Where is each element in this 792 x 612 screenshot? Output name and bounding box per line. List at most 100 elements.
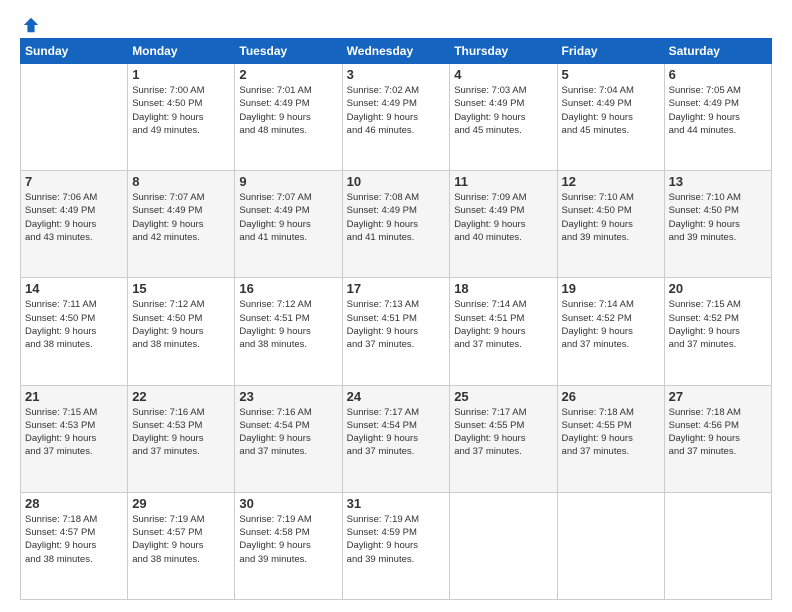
weekday-header: Monday [128,39,235,64]
day-info: Sunrise: 7:14 AM Sunset: 4:51 PM Dayligh… [454,298,552,351]
day-info: Sunrise: 7:02 AM Sunset: 4:49 PM Dayligh… [347,84,446,137]
calendar-week-row: 28Sunrise: 7:18 AM Sunset: 4:57 PM Dayli… [21,492,772,599]
day-info: Sunrise: 7:19 AM Sunset: 4:59 PM Dayligh… [347,513,446,566]
weekday-header: Saturday [664,39,771,64]
day-number: 29 [132,496,230,511]
day-number: 10 [347,174,446,189]
day-number: 4 [454,67,552,82]
calendar-cell: 4Sunrise: 7:03 AM Sunset: 4:49 PM Daylig… [450,64,557,171]
day-number: 16 [239,281,337,296]
calendar-week-row: 14 Sunrise: 7:11 AM Sunset: 4:50 PM Dayli… [21,278,772,385]
calendar-cell: 26 Sunrise: 7:18 AM Sunset: 4:55 PM Dayli… [557,385,664,492]
day-number: 3 [347,67,446,82]
calendar-cell: 20 Sunrise: 7:15 AM Sunset: 4:52 PM Dayli… [664,278,771,385]
day-number: 9 [239,174,337,189]
calendar-cell: 31 Sunrise: 7:19 AM Sunset: 4:59 PM Dayli… [342,492,450,599]
calendar-cell: 2 Sunrise: 7:01 AM Sunset: 4:49 PM Daylig… [235,64,342,171]
calendar-cell: 3 Sunrise: 7:02 AM Sunset: 4:49 PM Daylig… [342,64,450,171]
day-info: Sunrise: 7:18 AM Sunset: 4:56 PM Dayligh… [669,406,767,459]
calendar-cell: 22 Sunrise: 7:16 AM Sunset: 4:53 PM Dayli… [128,385,235,492]
weekday-row: SundayMondayTuesdayWednesdayThursdayFrid… [21,39,772,64]
day-info: Sunrise: 7:10 AM Sunset: 4:50 PM Dayligh… [669,191,767,244]
day-info: Sunrise: 7:04 AM Sunset: 4:49 PM Dayligh… [562,84,660,137]
calendar-week-row: 7Sunrise: 7:06 AM Sunset: 4:49 PM Daylig… [21,171,772,278]
calendar-cell [664,492,771,599]
calendar-cell: 5 Sunrise: 7:04 AM Sunset: 4:49 PM Daylig… [557,64,664,171]
day-info: Sunrise: 7:17 AM Sunset: 4:54 PM Dayligh… [347,406,446,459]
calendar-cell: 23 Sunrise: 7:16 AM Sunset: 4:54 PM Dayli… [235,385,342,492]
calendar-cell: 9 Sunrise: 7:07 AM Sunset: 4:49 PM Daylig… [235,171,342,278]
day-info: Sunrise: 7:15 AM Sunset: 4:52 PM Dayligh… [669,298,767,351]
calendar-cell: 1 Sunrise: 7:00 AM Sunset: 4:50 PM Daylig… [128,64,235,171]
day-number: 23 [239,389,337,404]
calendar-cell: 21 Sunrise: 7:15 AM Sunset: 4:53 PM Dayli… [21,385,128,492]
day-number: 15 [132,281,230,296]
page: SundayMondayTuesdayWednesdayThursdayFrid… [0,0,792,612]
day-number: 19 [562,281,660,296]
day-number: 20 [669,281,767,296]
weekday-header: Sunday [21,39,128,64]
calendar-cell [450,492,557,599]
calendar-cell: 14 Sunrise: 7:11 AM Sunset: 4:50 PM Dayli… [21,278,128,385]
day-info: Sunrise: 7:08 AM Sunset: 4:49 PM Dayligh… [347,191,446,244]
calendar-cell [557,492,664,599]
calendar-cell: 12Sunrise: 7:10 AM Sunset: 4:50 PM Dayli… [557,171,664,278]
day-number: 12 [562,174,660,189]
day-number: 26 [562,389,660,404]
day-info: Sunrise: 7:17 AM Sunset: 4:55 PM Dayligh… [454,406,552,459]
day-number: 18 [454,281,552,296]
day-number: 21 [25,389,123,404]
calendar-cell: 16 Sunrise: 7:12 AM Sunset: 4:51 PM Dayli… [235,278,342,385]
day-number: 30 [239,496,337,511]
calendar-cell: 28Sunrise: 7:18 AM Sunset: 4:57 PM Dayli… [21,492,128,599]
calendar-cell: 8Sunrise: 7:07 AM Sunset: 4:49 PM Daylig… [128,171,235,278]
day-number: 22 [132,389,230,404]
day-info: Sunrise: 7:07 AM Sunset: 4:49 PM Dayligh… [239,191,337,244]
day-info: Sunrise: 7:01 AM Sunset: 4:49 PM Dayligh… [239,84,337,137]
day-info: Sunrise: 7:15 AM Sunset: 4:53 PM Dayligh… [25,406,123,459]
calendar-header: SundayMondayTuesdayWednesdayThursdayFrid… [21,39,772,64]
day-info: Sunrise: 7:16 AM Sunset: 4:54 PM Dayligh… [239,406,337,459]
calendar-cell: 10 Sunrise: 7:08 AM Sunset: 4:49 PM Dayli… [342,171,450,278]
day-number: 5 [562,67,660,82]
day-number: 2 [239,67,337,82]
calendar-cell: 13 Sunrise: 7:10 AM Sunset: 4:50 PM Dayli… [664,171,771,278]
day-number: 1 [132,67,230,82]
day-number: 25 [454,389,552,404]
day-number: 17 [347,281,446,296]
day-info: Sunrise: 7:09 AM Sunset: 4:49 PM Dayligh… [454,191,552,244]
day-info: Sunrise: 7:19 AM Sunset: 4:58 PM Dayligh… [239,513,337,566]
calendar-cell: 15 Sunrise: 7:12 AM Sunset: 4:50 PM Dayli… [128,278,235,385]
day-info: Sunrise: 7:11 AM Sunset: 4:50 PM Dayligh… [25,298,123,351]
day-info: Sunrise: 7:12 AM Sunset: 4:51 PM Dayligh… [239,298,337,351]
calendar-cell: 18 Sunrise: 7:14 AM Sunset: 4:51 PM Dayli… [450,278,557,385]
day-number: 14 [25,281,123,296]
calendar-cell: 7Sunrise: 7:06 AM Sunset: 4:49 PM Daylig… [21,171,128,278]
day-info: Sunrise: 7:14 AM Sunset: 4:52 PM Dayligh… [562,298,660,351]
calendar-cell: 29Sunrise: 7:19 AM Sunset: 4:57 PM Dayli… [128,492,235,599]
day-number: 27 [669,389,767,404]
calendar-cell: 24Sunrise: 7:17 AM Sunset: 4:54 PM Dayli… [342,385,450,492]
calendar-cell [21,64,128,171]
calendar-week-row: 21 Sunrise: 7:15 AM Sunset: 4:53 PM Dayli… [21,385,772,492]
day-number: 11 [454,174,552,189]
day-info: Sunrise: 7:13 AM Sunset: 4:51 PM Dayligh… [347,298,446,351]
day-info: Sunrise: 7:16 AM Sunset: 4:53 PM Dayligh… [132,406,230,459]
weekday-header: Tuesday [235,39,342,64]
calendar-cell: 30 Sunrise: 7:19 AM Sunset: 4:58 PM Dayli… [235,492,342,599]
weekday-header: Friday [557,39,664,64]
day-info: Sunrise: 7:12 AM Sunset: 4:50 PM Dayligh… [132,298,230,351]
calendar-cell: 11 Sunrise: 7:09 AM Sunset: 4:49 PM Dayli… [450,171,557,278]
calendar: SundayMondayTuesdayWednesdayThursdayFrid… [20,38,772,600]
logo-icon [22,16,40,34]
day-info: Sunrise: 7:00 AM Sunset: 4:50 PM Dayligh… [132,84,230,137]
day-number: 8 [132,174,230,189]
day-number: 31 [347,496,446,511]
weekday-header: Thursday [450,39,557,64]
day-info: Sunrise: 7:18 AM Sunset: 4:57 PM Dayligh… [25,513,123,566]
day-info: Sunrise: 7:18 AM Sunset: 4:55 PM Dayligh… [562,406,660,459]
header [20,16,772,30]
day-number: 13 [669,174,767,189]
day-info: Sunrise: 7:05 AM Sunset: 4:49 PM Dayligh… [669,84,767,137]
calendar-week-row: 1 Sunrise: 7:00 AM Sunset: 4:50 PM Daylig… [21,64,772,171]
